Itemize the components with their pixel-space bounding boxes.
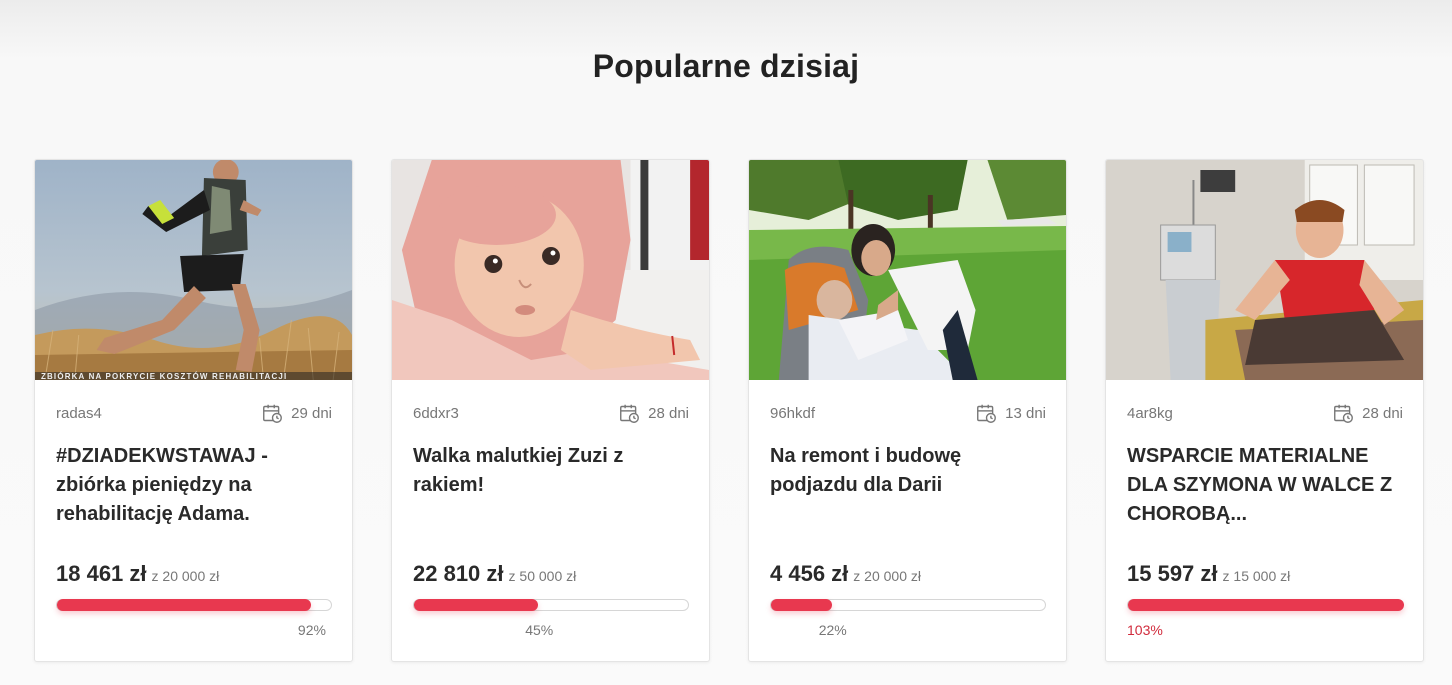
campaign-image[interactable]	[392, 160, 709, 380]
goal-amount: z 20 000 zł	[151, 568, 220, 584]
calendar-clock-icon	[977, 404, 997, 423]
progress-fill	[771, 599, 832, 611]
campaign-card[interactable]: 96hkdf 13 dni Na remont i budowę podjazd…	[748, 159, 1067, 662]
campaign-image[interactable]	[749, 160, 1066, 380]
progress-percent: 92%	[297, 622, 326, 638]
campaign-image[interactable]	[1106, 160, 1423, 380]
raised-amount: 18 461 zł	[56, 561, 147, 586]
section-title: Popularne dzisiaj	[592, 48, 860, 84]
raised-amount: 4 456 zł	[770, 561, 849, 586]
campaign-card[interactable]: 4ar8kg 28 dni WSPARCIE MATERIALNE DLA SZ…	[1105, 159, 1424, 662]
campaign-card[interactable]: ZBIÓRKA NA POKRYCIE KOSZTÓW REHABILITACJ…	[34, 159, 353, 662]
goal-amount: z 20 000 zł	[853, 568, 921, 584]
progress-bar	[56, 599, 332, 611]
campaign-author[interactable]: 96hkdf	[770, 405, 815, 422]
progress-percent: 45%	[525, 622, 554, 638]
days-left: 28 dni	[1333, 403, 1403, 424]
image-caption: ZBIÓRKA NA POKRYCIE KOSZTÓW REHABILITACJ…	[41, 372, 287, 380]
days-left-label: 29 dni	[291, 405, 332, 422]
campaign-author[interactable]: 6ddxr3	[413, 405, 459, 422]
progress-bar	[413, 599, 689, 611]
raised-amount: 15 597 zł	[1127, 561, 1218, 586]
campaign-card[interactable]: 6ddxr3 28 dni Walka malutkiej Zuzi z rak…	[391, 159, 710, 662]
progress-fill	[1128, 599, 1404, 611]
campaign-amount: 18 461 zł z 20 000 zł	[56, 561, 219, 587]
progress-bar	[770, 599, 1046, 611]
campaign-amount: 4 456 zł z 20 000 zł	[770, 561, 921, 587]
campaign-author[interactable]: 4ar8kg	[1127, 405, 1173, 422]
campaign-amount: 15 597 zł z 15 000 zł	[1127, 561, 1290, 587]
progress-bar	[1127, 599, 1404, 611]
calendar-clock-icon	[1334, 404, 1354, 423]
days-left-label: 13 dni	[1005, 405, 1046, 422]
progress-fill	[414, 599, 539, 611]
progress-percent: 22%	[818, 622, 847, 638]
days-left: 13 dni	[976, 403, 1046, 424]
days-left: 29 dni	[262, 403, 332, 424]
calendar-clock-icon	[263, 404, 283, 423]
progress-fill	[57, 599, 311, 611]
calendar-clock-icon	[620, 404, 640, 423]
campaign-title[interactable]: WSPARCIE MATERIALNE DLA SZYMONA W WALCE …	[1127, 442, 1405, 529]
campaign-author[interactable]: radas4	[56, 405, 102, 422]
days-left: 28 dni	[619, 403, 689, 424]
goal-amount: z 50 000 zł	[508, 568, 577, 584]
days-left-label: 28 dni	[1362, 405, 1403, 422]
progress-percent: 103%	[1127, 622, 1163, 638]
campaign-title[interactable]: #DZIADEKWSTAWAJ - zbiórka pieniędzy na r…	[56, 442, 334, 529]
campaign-amount: 22 810 zł z 50 000 zł	[413, 561, 576, 587]
campaign-title[interactable]: Na remont i budowę podjazdu dla Darii	[770, 442, 1048, 500]
campaign-title[interactable]: Walka malutkiej Zuzi z rakiem!	[413, 442, 691, 500]
raised-amount: 22 810 zł	[413, 561, 504, 586]
campaign-card-list: ZBIÓRKA NA POKRYCIE KOSZTÓW REHABILITACJ…	[34, 159, 1424, 662]
campaign-image[interactable]: ZBIÓRKA NA POKRYCIE KOSZTÓW REHABILITACJ…	[35, 160, 352, 380]
goal-amount: z 15 000 zł	[1222, 568, 1291, 584]
days-left-label: 28 dni	[648, 405, 689, 422]
